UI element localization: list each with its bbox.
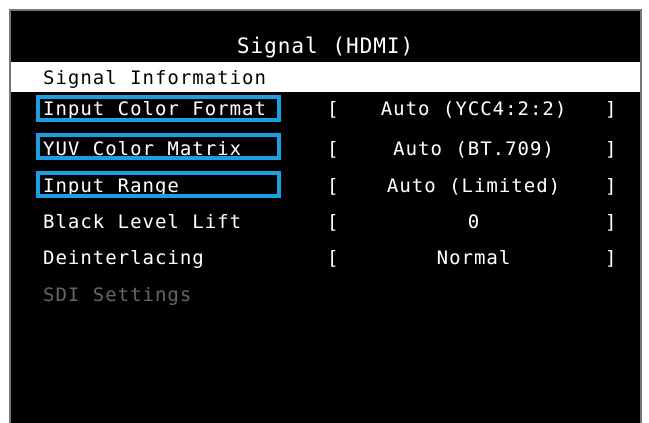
menu-item-signal-information[interactable]: Signal Information xyxy=(11,64,640,92)
value-bracket-open: [ xyxy=(327,247,340,269)
menu-item-deinterlacing[interactable]: Deinterlacing [ Normal ] xyxy=(11,244,640,272)
value-bracket-close: ] xyxy=(605,175,618,197)
menu-item-label: Signal Information xyxy=(43,67,267,89)
menu-item-black-level-lift[interactable]: Black Level Lift [ 0 ] xyxy=(11,208,640,236)
menu-item-label: Deinterlacing xyxy=(43,247,205,269)
highlight-box-input-range xyxy=(36,171,281,198)
menu-item-label: SDI Settings xyxy=(43,284,193,306)
value-bracket-close: ] xyxy=(605,138,618,160)
menu-item-value: 0 xyxy=(467,211,481,233)
value-bracket-open: [ xyxy=(327,98,340,120)
menu-title: Signal (HDMI) xyxy=(236,34,415,58)
value-bracket-open: [ xyxy=(327,138,340,160)
value-bracket-close: ] xyxy=(605,98,618,120)
value-bracket-open: [ xyxy=(327,211,340,233)
menu-item-label: Black Level Lift xyxy=(43,211,243,233)
value-bracket-close: ] xyxy=(605,211,618,233)
osd-menu-panel: Signal (HDMI) Signal Information Input C… xyxy=(9,9,642,423)
value-bracket-open: [ xyxy=(327,175,340,197)
highlight-box-yuv-color-matrix xyxy=(36,133,281,160)
menu-item-value: Auto (Limited) xyxy=(386,175,562,197)
highlight-box-input-color-format xyxy=(36,95,281,122)
value-bracket-close: ] xyxy=(605,247,618,269)
menu-item-value: Auto (BT.709) xyxy=(393,138,555,160)
menu-item-value: Auto (YCC4:2:2) xyxy=(380,98,568,120)
menu-item-value: Normal xyxy=(436,247,512,269)
menu-item-sdi-settings: SDI Settings xyxy=(11,281,640,309)
